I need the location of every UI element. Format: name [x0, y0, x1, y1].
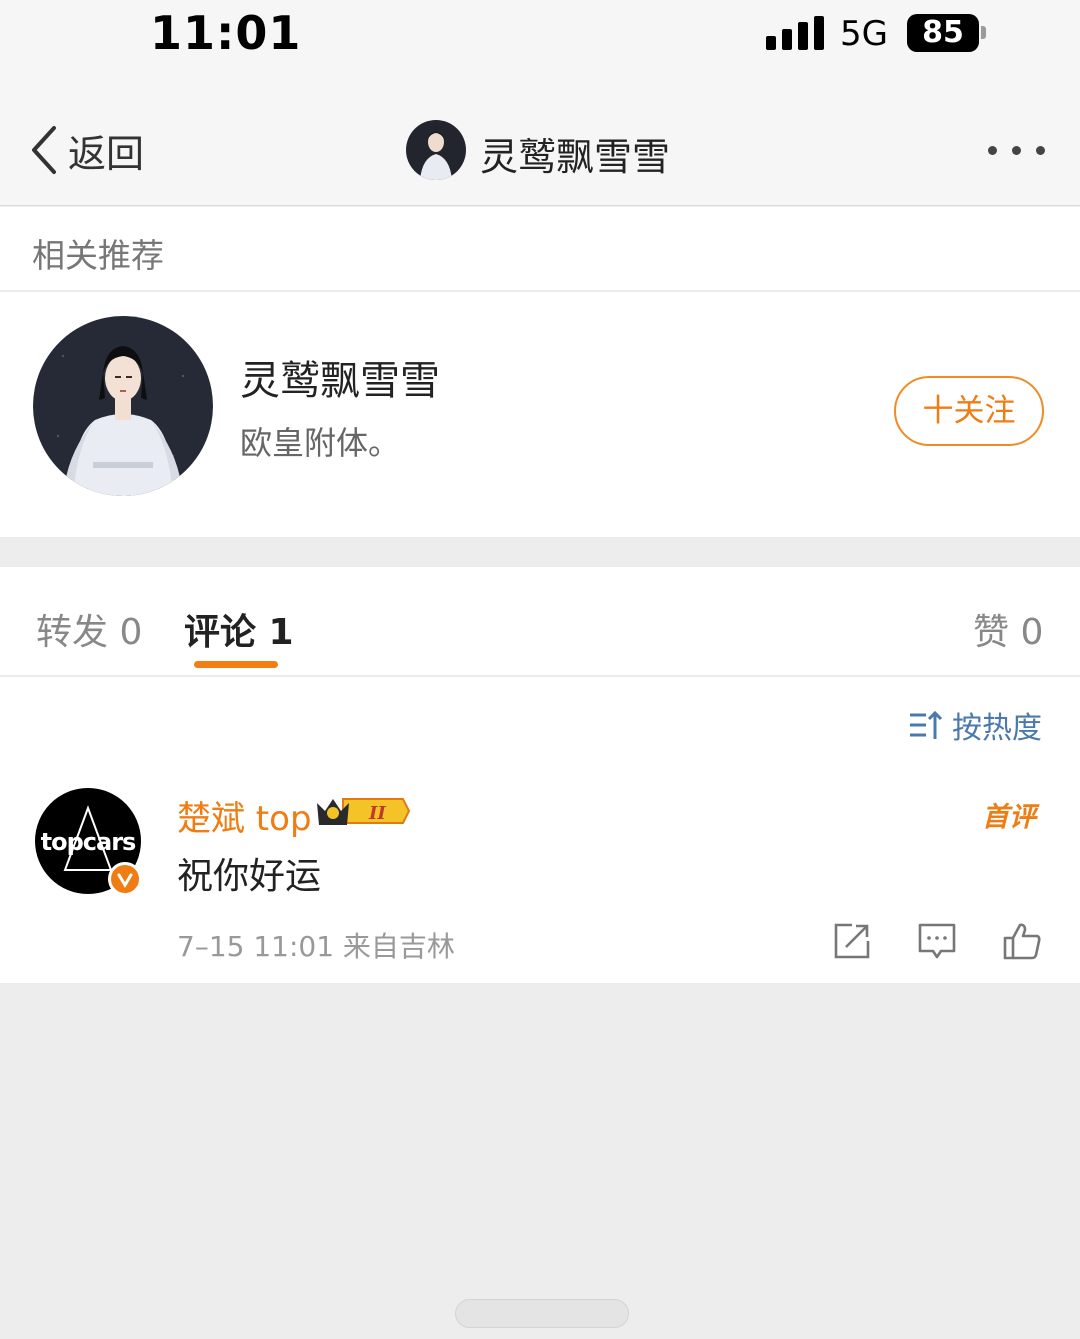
member-badge[interactable]: II [313, 791, 411, 831]
recommend-name[interactable]: 灵鹫飘雪雪 [240, 348, 440, 406]
battery-cap [981, 26, 986, 39]
first-comment-tag: 首评 [982, 802, 1036, 833]
verified-icon [108, 862, 142, 896]
battery-icon: 85 [907, 14, 979, 52]
comment-text: 祝你好运 [177, 856, 322, 897]
sort-button[interactable]: 按热度 [908, 703, 1042, 747]
tab-active-indicator [194, 661, 278, 668]
recommend-title: 相关推荐 [32, 236, 164, 275]
back-label: 返回 [68, 131, 145, 176]
tab-comments[interactable]: 评论 1 [184, 603, 294, 655]
home-indicator[interactable] [455, 1299, 629, 1328]
nav-bar: 返回 灵鹫飘雪雪 [0, 80, 1080, 206]
like-icon[interactable] [1002, 921, 1042, 961]
tab-likes[interactable]: 赞 0 [973, 603, 1043, 655]
sort-icon [910, 710, 942, 739]
recommend-description: 欧皇附体。 [240, 424, 401, 462]
more-icon[interactable] [986, 142, 1048, 158]
interaction-tabs: 转发 0 评论 1 赞 0 [0, 567, 1080, 676]
comment-meta: 7–15 11:01 来自吉林 [177, 930, 455, 963]
commenter-name[interactable]: 楚斌 top [177, 791, 312, 840]
tab-reposts[interactable]: 转发 0 [36, 603, 142, 655]
battery-level: 85 [922, 15, 964, 50]
back-chevron-icon [32, 126, 56, 174]
nav-avatar[interactable] [406, 120, 466, 180]
status-bar: 11:01 5G 85 [0, 0, 1080, 80]
recommend-header: 相关推荐 [0, 207, 1080, 291]
follow-button[interactable]: 十关注 [894, 376, 1044, 446]
share-icon[interactable] [832, 921, 872, 961]
signal-icon [766, 16, 824, 50]
avatar-logo-text: topcars [40, 828, 137, 856]
recommend-avatar[interactable] [33, 316, 213, 496]
recommend-card[interactable]: 灵鹫飘雪雪 欧皇附体。 十关注 [0, 292, 1080, 537]
network-label: 5G [840, 14, 888, 54]
status-time: 11:01 [150, 6, 302, 60]
back-button[interactable]: 返回 [28, 124, 144, 176]
sort-label: 按热度 [952, 711, 1042, 746]
comment-list: 按热度 topcars 楚斌 top II 首评 祝你好运 7–15 11:01… [0, 677, 1080, 983]
badge-level: II [368, 803, 386, 824]
nav-title[interactable]: 灵鹫飘雪雪 [480, 126, 670, 181]
comment-icon[interactable] [917, 921, 957, 961]
